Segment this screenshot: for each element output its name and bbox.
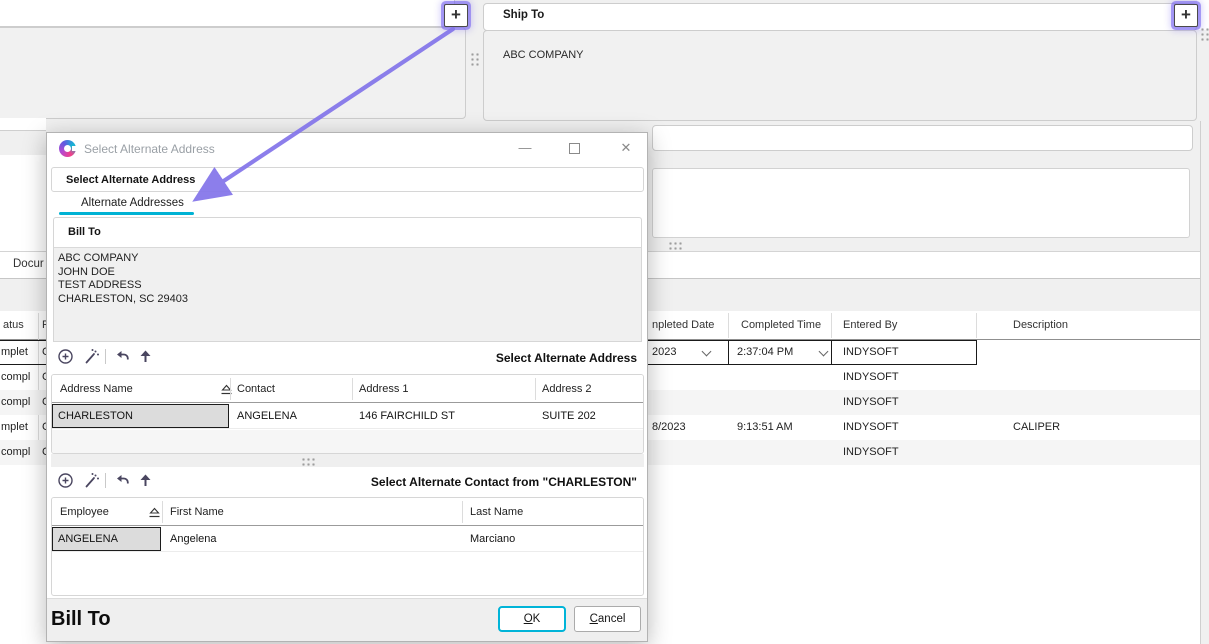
select-alternate-address-dialog: Select Alternate Address — ✕ Select Alte… (46, 132, 648, 642)
billto-line: TEST ADDRESS (58, 279, 641, 293)
contact-grid-header[interactable]: Employee First Name Last Name (52, 498, 643, 526)
empty-row (52, 430, 643, 454)
left-strip (0, 155, 46, 251)
billto-line: JOHN DOE (58, 266, 641, 280)
contact-row[interactable]: ANGELENA Angelena Marciano (52, 527, 643, 552)
magic-wand-icon[interactable] (83, 472, 100, 489)
col-description[interactable]: Description (1013, 319, 1068, 331)
right-group-header (652, 125, 1193, 151)
col-status[interactable]: atus (3, 319, 24, 331)
right-splitter-handle[interactable] (1200, 27, 1209, 42)
ship-to-title: Ship To (503, 9, 544, 21)
corner-fill (1197, 0, 1209, 30)
left-panel-body (0, 27, 466, 119)
documents-tab[interactable]: Docur (13, 258, 44, 270)
undo-icon[interactable] (113, 472, 130, 489)
app-logo-icon (59, 140, 76, 157)
ok-button[interactable]: OK (498, 606, 566, 632)
sort-icon (220, 384, 233, 395)
add-icon[interactable] (57, 472, 74, 489)
ship-to-company: ABC COMPANY (503, 49, 583, 61)
move-up-icon[interactable] (137, 348, 154, 365)
add-icon[interactable] (57, 348, 74, 365)
address-grid: Address Name Contact Address 1 Address 2… (51, 374, 644, 454)
right-group-body (652, 168, 1190, 238)
ship-to-header (483, 3, 1197, 31)
contact-grid-caption: Select Alternate Contact from "CHARLESTO… (371, 475, 637, 489)
footer-heading: Bill To (51, 608, 111, 631)
billto-header: Bill To (53, 217, 642, 247)
col-entered-by[interactable]: Entered By (843, 319, 897, 331)
dialog-title: Select Alternate Address (84, 142, 215, 156)
billto-label: Bill To (68, 226, 101, 238)
magic-wand-icon[interactable] (83, 348, 100, 365)
add-address-button-left[interactable]: + (444, 4, 468, 27)
billto-line: CHARLESTON, SC 29403 (58, 293, 641, 307)
groupbox-label: Select Alternate Address (66, 174, 195, 186)
dialog-titlebar[interactable]: Select Alternate Address — ✕ (47, 133, 647, 164)
billto-line: ABC COMPANY (58, 252, 641, 266)
address-row[interactable]: CHARLESTON ANGELENA 146 FAIRCHILD ST SUI… (52, 404, 643, 429)
toolbar-separator (105, 473, 106, 488)
dialog-splitter[interactable] (51, 454, 644, 467)
splitter-grip-icon (301, 457, 316, 467)
move-up-icon[interactable] (137, 472, 154, 489)
right-edge-border (1200, 121, 1201, 644)
dialog-groupbox: Select Alternate Address (51, 167, 644, 192)
address-grid-caption: Select Alternate Address (496, 351, 637, 365)
close-button[interactable]: ✕ (617, 140, 635, 156)
app-screen: + Ship To ABC COMPANY + Docur atus R npl… (0, 0, 1209, 644)
left-splitter-handle[interactable] (470, 52, 480, 67)
ship-to-body (483, 30, 1197, 121)
billto-address-box: ABC COMPANY JOHN DOE TEST ADDRESS CHARLE… (53, 247, 642, 342)
contact-grid: Employee First Name Last Name ANGELENA A… (51, 497, 644, 596)
tab-active-indicator (59, 212, 194, 215)
tab-alternate-addresses[interactable]: Alternate Addresses (81, 197, 184, 209)
left-panel-header (0, 0, 455, 27)
undo-icon[interactable] (113, 348, 130, 365)
mid-splitter-handle[interactable] (668, 241, 683, 251)
sort-icon (148, 507, 161, 518)
cancel-button[interactable]: Cancel (574, 606, 641, 632)
toolbar-separator (105, 349, 106, 364)
minimize-button[interactable]: — (515, 140, 535, 155)
col-completed-time[interactable]: Completed Time (741, 319, 821, 331)
address-grid-header[interactable]: Address Name Contact Address 1 Address 2 (52, 375, 643, 403)
left-strip-top (0, 118, 46, 131)
dialog-footer: Bill To OK Cancel (47, 598, 647, 641)
maximize-button[interactable] (569, 143, 580, 154)
col-completed-date[interactable]: npleted Date (652, 319, 714, 331)
add-address-button-shipto[interactable]: + (1174, 4, 1198, 27)
